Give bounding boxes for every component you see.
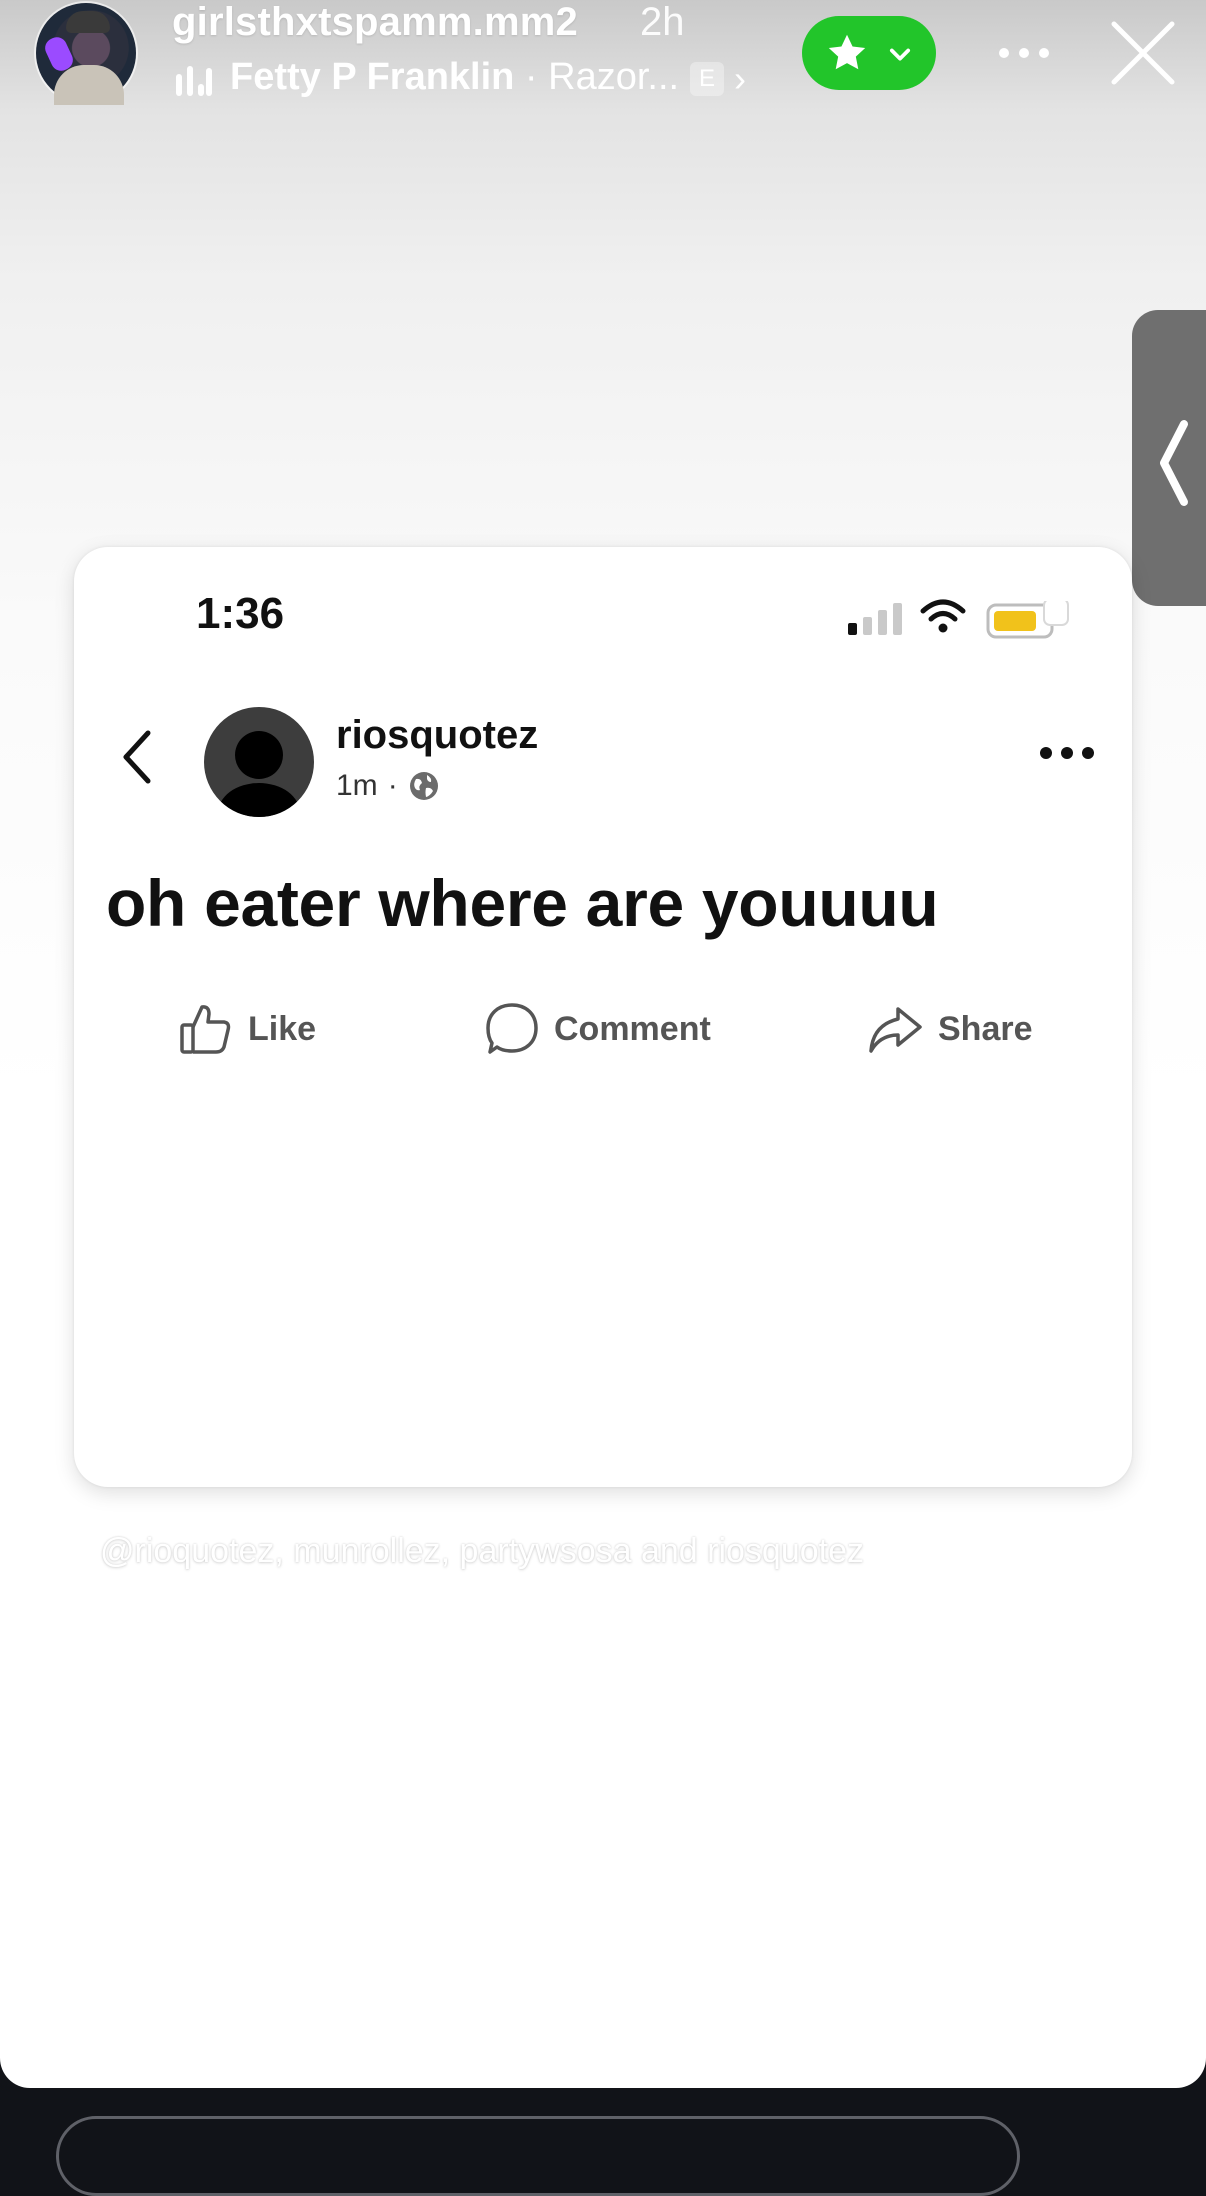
meta-separator: · <box>387 769 398 802</box>
post-meta: 1m · <box>336 769 440 803</box>
music-bars-icon <box>176 64 212 98</box>
signal-icon <box>848 603 904 635</box>
poster-name[interactable]: riosquotez <box>336 713 538 758</box>
close-icon[interactable] <box>1110 20 1176 86</box>
avatar-body <box>218 783 300 817</box>
share-button[interactable]: Share <box>866 999 1033 1059</box>
mentions-text[interactable]: @rioquotez, munrollez, partywsosa and ri… <box>100 1532 864 1571</box>
share-arrow-icon <box>869 1007 922 1053</box>
avatar-shirt <box>54 65 124 105</box>
battery-level <box>994 611 1036 631</box>
thumbs-up-icon <box>180 1005 231 1054</box>
music-track: Razor... <box>548 56 680 98</box>
story-time-ago: 2h <box>640 0 685 44</box>
post-text: oh eater where are youuuu <box>106 866 939 940</box>
music-attribution[interactable]: Fetty P Franklin · Razor... <box>230 56 679 99</box>
share-label: Share <box>938 1009 1033 1048</box>
like-button[interactable]: Like <box>178 999 316 1059</box>
reply-input[interactable] <box>56 2116 1020 2196</box>
post-age: 1m <box>336 769 378 802</box>
post-more-icon[interactable] <box>1040 743 1094 763</box>
wifi-icon <box>920 599 966 633</box>
battery-icon <box>986 601 1069 639</box>
favorites-button[interactable] <box>802 16 936 90</box>
explicit-badge: E <box>690 62 724 96</box>
music-artist: Fetty P Franklin <box>230 56 515 98</box>
chevron-down-icon <box>889 48 911 61</box>
globe-icon <box>409 772 438 800</box>
star-icon <box>828 34 866 70</box>
more-horizontal-icon[interactable] <box>996 28 1052 78</box>
status-clock: 1:36 <box>196 589 285 638</box>
chevron-left-icon <box>1160 420 1188 506</box>
story-frame: girlsthxtspamm.mm2 2h Fetty P Franklin ·… <box>0 0 1206 2088</box>
music-separator: · <box>514 56 549 98</box>
chevron-right-icon[interactable]: › <box>734 58 746 100</box>
comment-button[interactable]: Comment <box>484 999 711 1059</box>
story-username[interactable]: girlsthxtspamm.mm2 <box>172 0 578 45</box>
screenshot-card: 1:36 riosquotez 1m · oh eater where are … <box>74 547 1132 1487</box>
comment-label: Comment <box>554 1009 711 1048</box>
avatar-cap <box>66 11 110 33</box>
side-tab-handle[interactable] <box>1132 310 1206 606</box>
story-author-avatar[interactable] <box>36 3 136 105</box>
comment-bubble-icon <box>486 1003 538 1054</box>
avatar-head <box>235 731 283 779</box>
back-chevron-icon[interactable] <box>118 727 158 787</box>
poster-avatar[interactable] <box>204 707 314 817</box>
like-label: Like <box>248 1009 317 1048</box>
